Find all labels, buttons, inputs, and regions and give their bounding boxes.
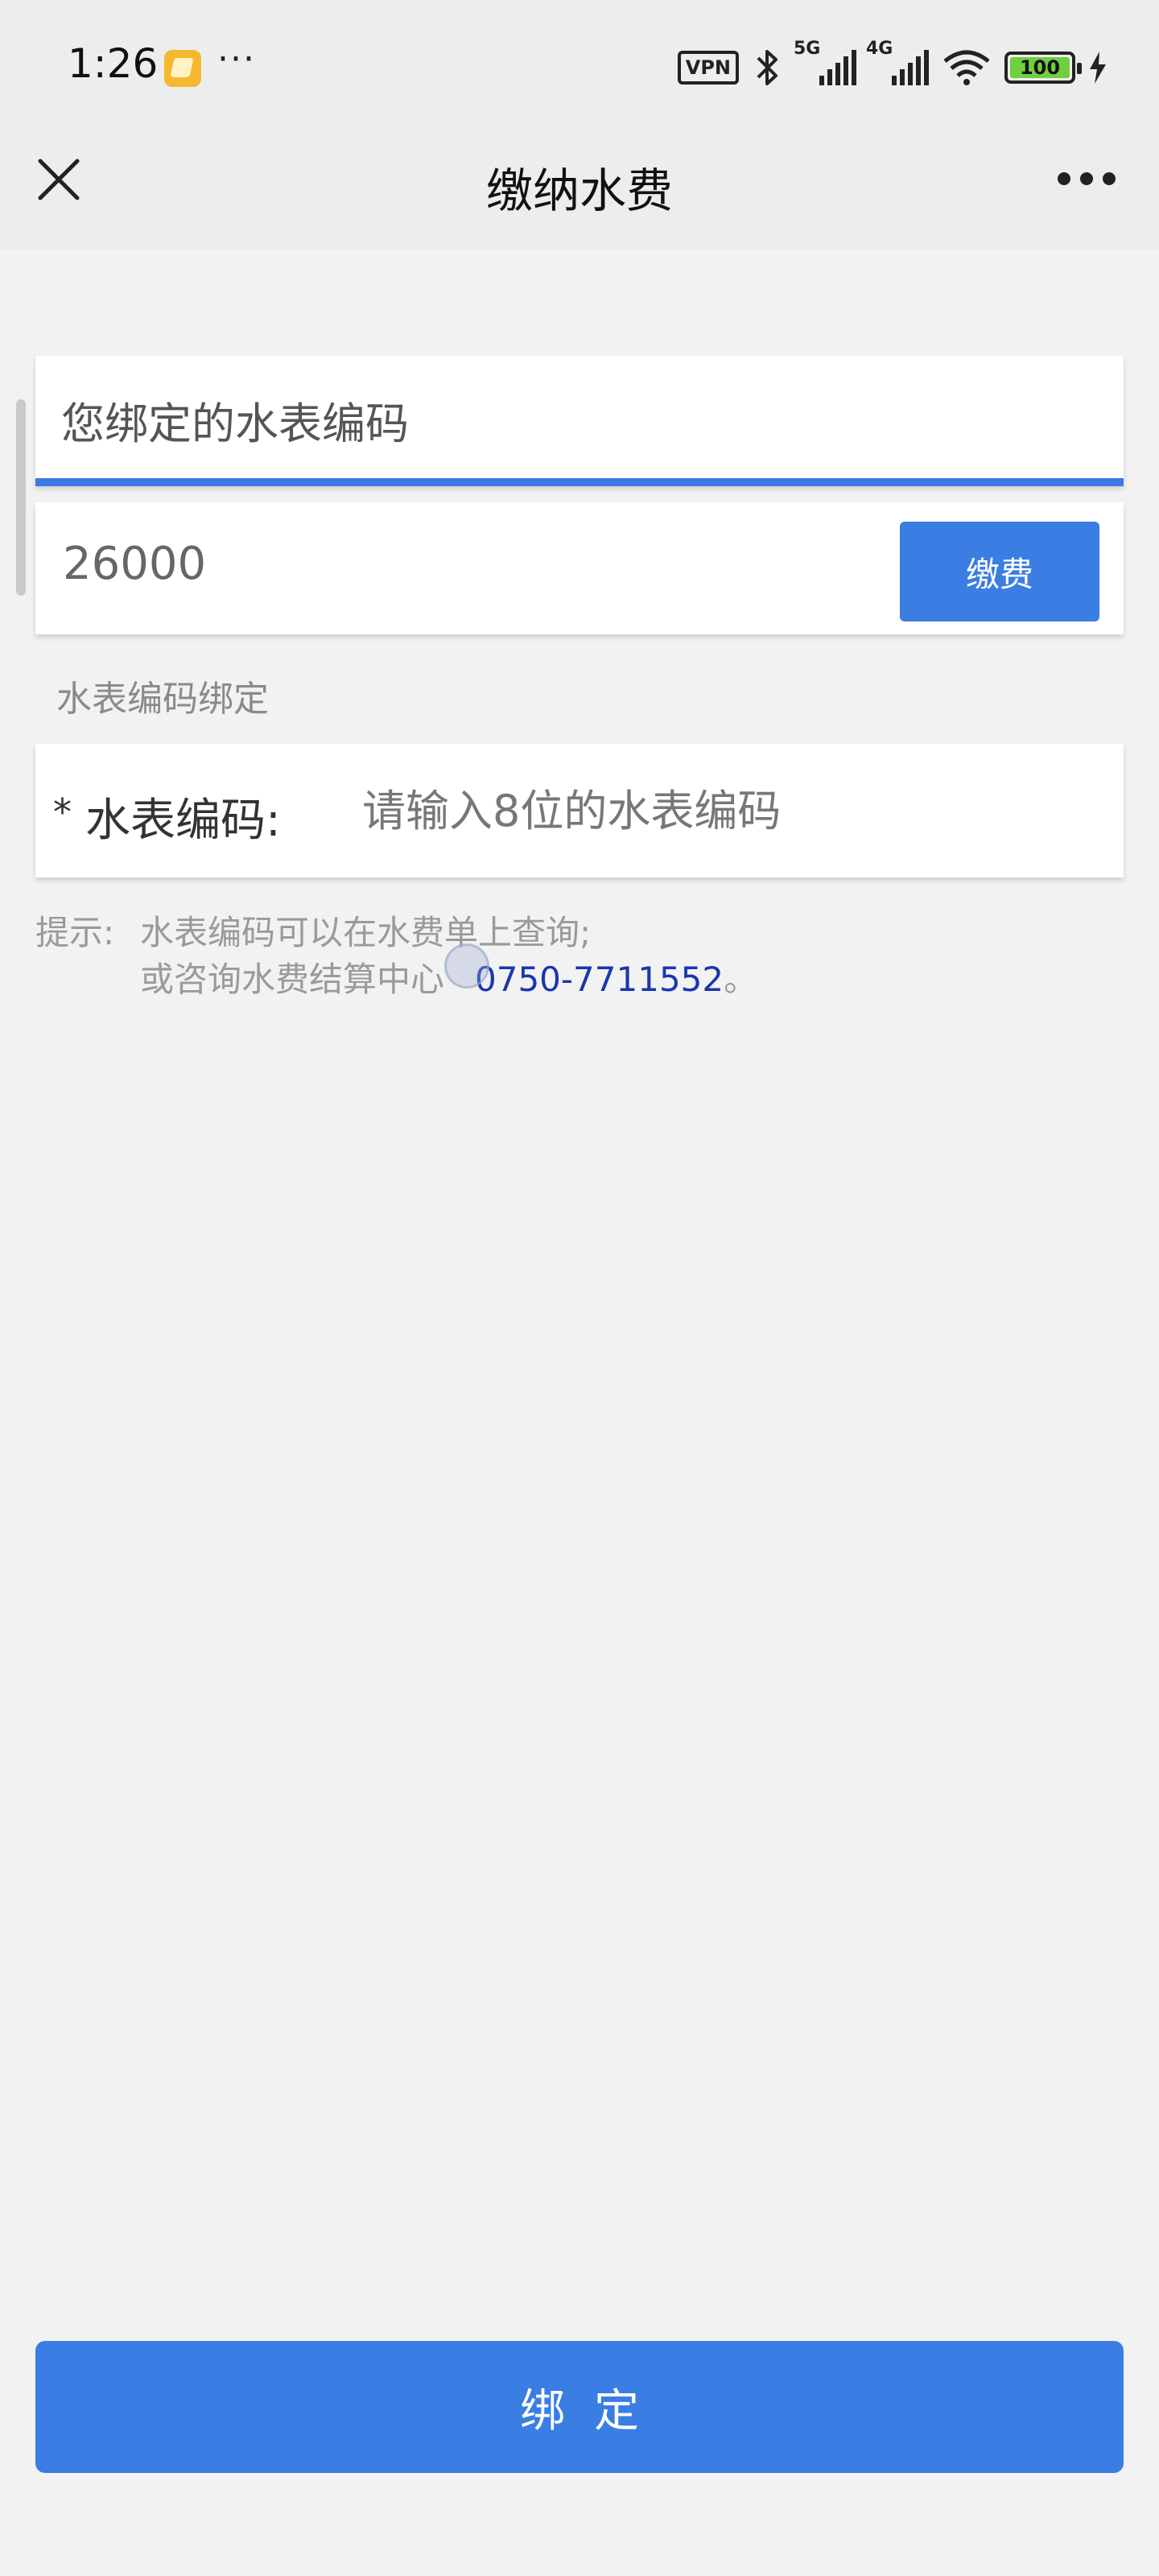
nav-bar: 缴纳水费 [0, 129, 1159, 250]
required-mark: * [53, 791, 72, 834]
hint-prefix: 提示: [35, 913, 115, 952]
more-options-icon[interactable] [1058, 172, 1116, 188]
hint-text: 提示: 水表编码可以在水费单上查询; 或咨询水费结算中心 0750-7711552… [35, 910, 757, 1003]
meter-number[interactable]: 26000 [63, 538, 206, 590]
hint-line-2: 或咨询水费结算中心 [140, 960, 445, 999]
pay-button[interactable]: 缴费 [900, 522, 1099, 621]
bind-meter-card: * 水表编码: [35, 744, 1124, 877]
hint-line-1: 水表编码可以在水费单上查询; [140, 913, 592, 952]
hint-line-2-end: 。 [724, 960, 758, 999]
wifi-icon [943, 50, 990, 85]
bluetooth-icon [757, 50, 777, 85]
network-4g-label: 4G [866, 39, 893, 59]
charging-icon [1090, 52, 1106, 84]
meter-code-input[interactable] [362, 774, 1087, 847]
meter-code-label: 水表编码: [85, 795, 281, 847]
page-title: 缴纳水费 [485, 163, 673, 218]
signal-5g-icon: 5G [794, 39, 856, 85]
status-bar: 1:26 ··· VPN 5G 4G 100 [0, 0, 1159, 129]
phone-link[interactable]: 0750-7711552 [475, 956, 724, 1003]
bound-meter-card: 您绑定的水表编码 [35, 356, 1124, 486]
signal-4g-icon: 4G [866, 39, 929, 85]
page: 1:26 ··· VPN 5G 4G 100 缴纳水费 您绑定的水表编码 260… [0, 0, 1159, 2576]
more-notifications-icon: ··· [217, 39, 256, 80]
network-5g-label: 5G [794, 39, 821, 59]
scroll-indicator [16, 399, 26, 596]
amount-card: 26000 缴费 [35, 502, 1124, 634]
bound-meter-title: 您绑定的水表编码 [61, 398, 409, 449]
bind-button[interactable]: 绑定 [35, 2341, 1124, 2473]
bind-section-label: 水表编码绑定 [56, 679, 269, 720]
battery-level: 100 [1010, 57, 1070, 78]
vpn-icon: VPN [677, 51, 739, 85]
touch-indicator [444, 943, 489, 989]
status-icons: VPN 5G 4G 100 [677, 39, 1107, 90]
notes-app-icon [164, 50, 201, 87]
status-time: 1:26 [68, 40, 159, 87]
active-underline [35, 478, 1124, 486]
battery-icon: 100 [1004, 52, 1082, 84]
